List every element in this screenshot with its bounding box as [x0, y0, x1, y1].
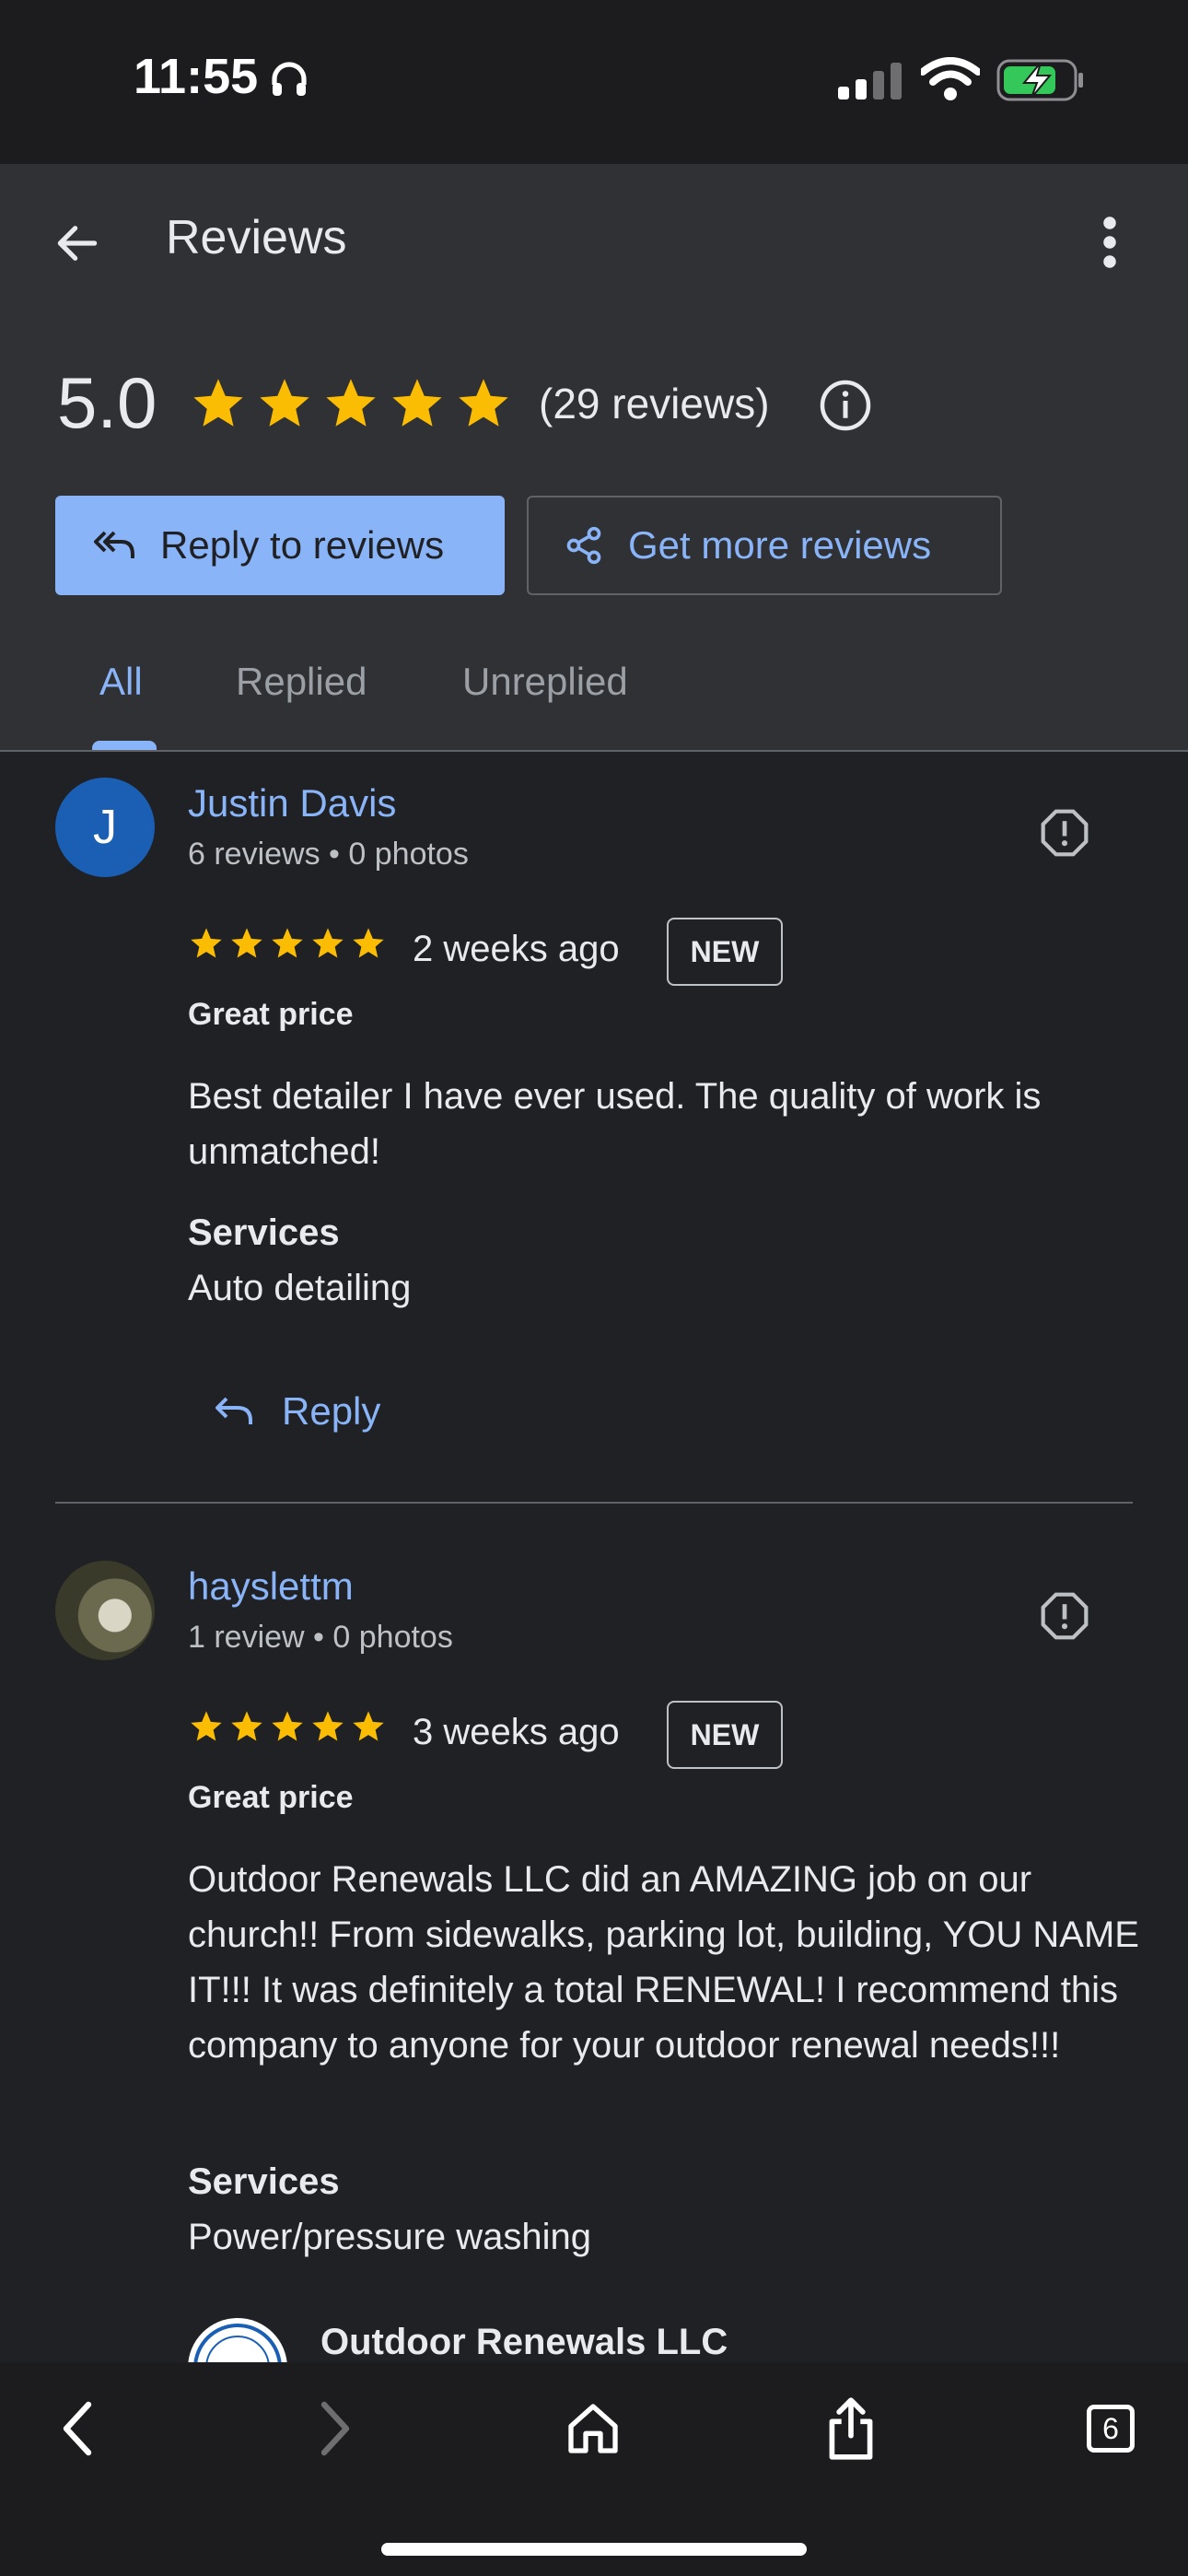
star-icon — [392, 379, 442, 427]
home-indicator — [381, 2543, 807, 2556]
star-icon — [193, 379, 243, 427]
star-icon — [353, 928, 384, 958]
tab-replied[interactable]: Replied — [236, 660, 367, 704]
more-options-icon[interactable] — [1096, 215, 1124, 270]
average-rating: 5.0 — [57, 362, 157, 443]
wifi-icon — [921, 57, 980, 100]
review-stars — [188, 925, 387, 962]
back-arrow-icon[interactable] — [52, 217, 103, 269]
star-icon — [272, 928, 303, 958]
tab-unreplied[interactable]: Unreplied — [462, 660, 628, 704]
tabs-count: 6 — [1087, 2405, 1135, 2453]
star-icon — [312, 928, 344, 958]
review-text: Best detailer I have ever used. The qual… — [188, 1076, 1042, 1172]
star-icon — [353, 1711, 384, 1741]
reviews-header: Reviews 5.0 (29 reviews) Reply to review… — [0, 164, 1188, 752]
services-value: Power/pressure washing — [188, 2217, 591, 2257]
battery-charging-icon — [996, 59, 1083, 101]
cellular-signal-icon — [838, 63, 902, 100]
page-title: Reviews — [166, 211, 347, 264]
active-tab-indicator — [92, 741, 157, 750]
headphones-icon — [272, 62, 307, 96]
share-icon — [566, 526, 601, 565]
rating-stars — [189, 374, 513, 433]
services-value: Auto detailing — [188, 1268, 412, 1308]
reply-button[interactable]: Reply — [214, 1389, 380, 1434]
star-icon — [231, 928, 262, 958]
review-card: J Justin Davis 6 reviews • 0 photos 2 we… — [0, 778, 1188, 1505]
review-tag: Great price — [188, 997, 354, 1032]
star-icon — [459, 379, 508, 427]
star-icon — [231, 1711, 262, 1741]
review-stars — [188, 1708, 387, 1745]
status-time: 11:55 — [134, 49, 259, 104]
share-up-icon — [829, 2397, 873, 2460]
new-badge: NEW — [667, 918, 783, 986]
home-icon — [568, 2404, 618, 2453]
chevron-left-icon — [63, 2401, 92, 2456]
reviewer-meta: 6 reviews • 0 photos — [188, 837, 469, 872]
review-card: hayslettm 1 review • 0 photos 3 weeks ag… — [0, 1561, 1188, 2418]
browser-toolbar: 6 — [0, 2362, 1188, 2576]
reply-all-icon — [94, 531, 134, 558]
star-icon — [272, 1711, 303, 1741]
review-time: 2 weeks ago — [413, 929, 620, 969]
services-label: Services — [188, 1212, 340, 1253]
report-icon[interactable] — [1039, 807, 1090, 859]
reply-to-reviews-label: Reply to reviews — [160, 523, 445, 567]
info-icon[interactable] — [818, 378, 873, 433]
browser-tabs-button[interactable]: 6 — [1074, 2392, 1147, 2465]
avatar[interactable] — [55, 1561, 155, 1660]
star-icon — [260, 379, 309, 427]
star-icon — [191, 928, 222, 958]
chevron-right-icon — [320, 2401, 350, 2456]
reviewer-name[interactable]: Justin Davis — [188, 781, 396, 825]
get-more-reviews-button[interactable]: Get more reviews — [527, 496, 1002, 595]
owner-name: Outdoor Renewals LLC — [320, 2322, 728, 2362]
browser-forward-button[interactable] — [298, 2392, 372, 2465]
review-time: 3 weeks ago — [413, 1712, 620, 1752]
reply-to-reviews-button[interactable]: Reply to reviews — [55, 496, 505, 595]
browser-home-button[interactable] — [556, 2392, 630, 2465]
review-tag: Great price — [188, 1780, 354, 1815]
tab-all[interactable]: All — [99, 660, 143, 704]
star-icon — [312, 1711, 344, 1741]
browser-share-button[interactable] — [814, 2392, 888, 2465]
reply-icon — [215, 1397, 252, 1424]
star-icon — [191, 1711, 222, 1741]
divider — [55, 1502, 1133, 1504]
report-icon[interactable] — [1039, 1590, 1090, 1642]
review-text: Outdoor Renewals LLC did an AMAZING job … — [188, 1859, 1139, 2066]
reviewer-meta: 1 review • 0 photos — [188, 1620, 453, 1655]
reviewer-name[interactable]: hayslettm — [188, 1564, 354, 1609]
status-bar: 11:55 — [0, 0, 1188, 164]
services-label: Services — [188, 2161, 340, 2202]
review-count: (29 reviews) — [539, 380, 770, 427]
reply-label: Reply — [282, 1389, 381, 1433]
new-badge: NEW — [667, 1701, 783, 1769]
star-icon — [326, 379, 376, 427]
browser-back-button[interactable] — [41, 2392, 114, 2465]
avatar[interactable]: J — [55, 778, 155, 877]
get-more-reviews-label: Get more reviews — [628, 523, 932, 567]
